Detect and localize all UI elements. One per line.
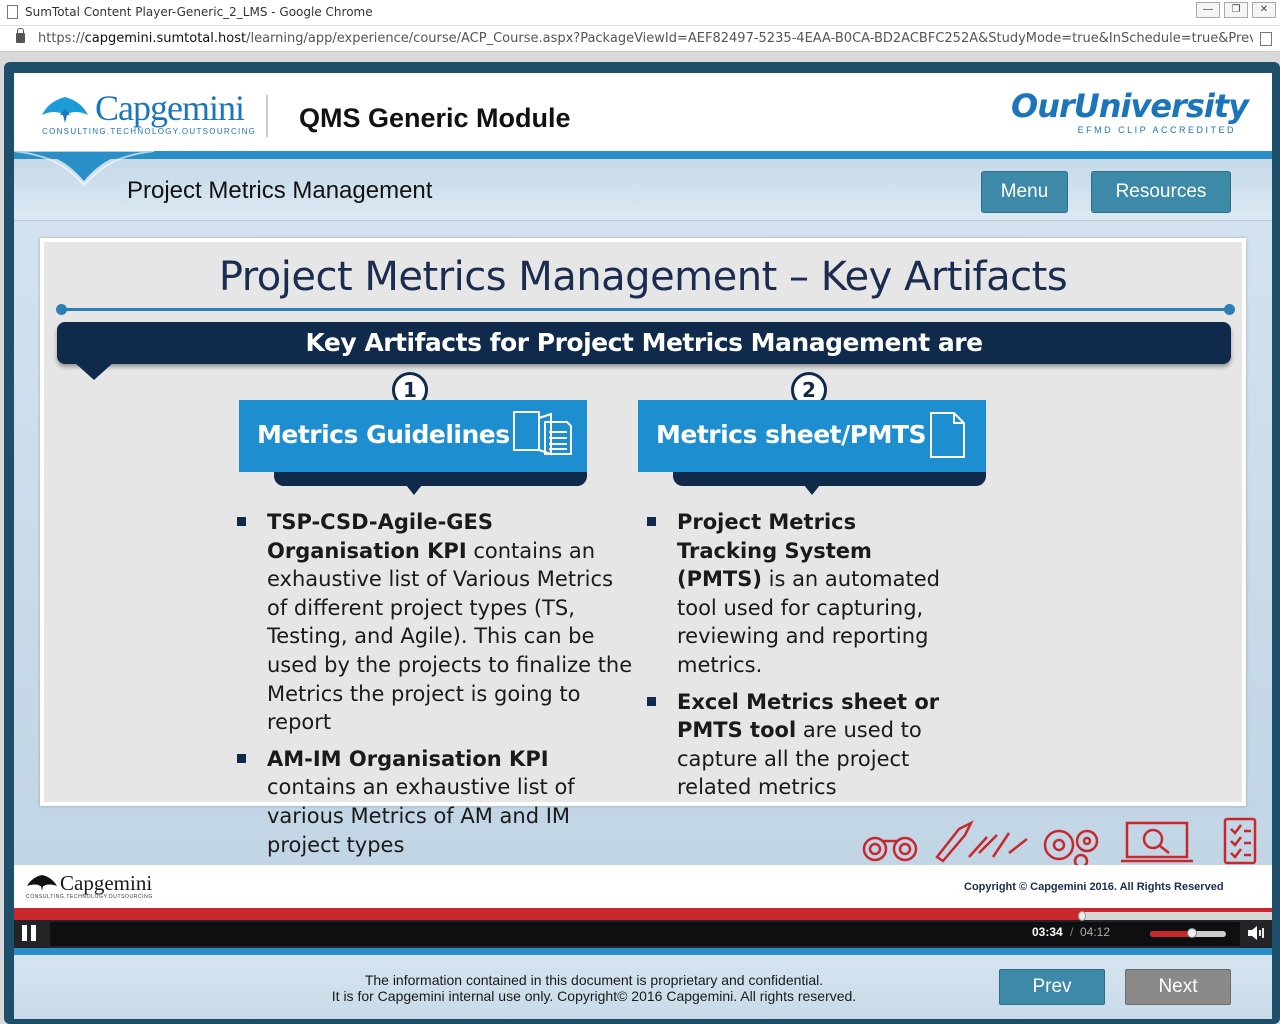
window-title: SumTotal Content Player-Generic_2_LMS - … [25,5,373,19]
decorative-icons-strip [862,817,1257,868]
partner-logo-word: OurUniversity [1010,87,1249,125]
total-time: 04:12 [1080,925,1111,939]
navigation-bar: The information contained in this docume… [14,955,1272,1019]
menu-button[interactable]: Menu [981,171,1068,213]
card-metrics-guidelines: Metrics Guidelines [239,400,587,472]
laptop-search-icon [1121,821,1193,863]
volume-handle[interactable] [1186,928,1197,938]
copyright-text: Copyright © Capgemini 2016. All Rights R… [964,881,1224,893]
course-header: Capgemini CONSULTING.TECHNOLOGY.OUTSOURC… [14,73,1272,153]
bullet-mark [647,696,656,706]
card-underbar-1 [274,472,587,486]
bottom-band [14,948,1272,955]
bullet-strong: AM-IM Organisation KPI [267,746,549,771]
binoculars-icon [862,836,918,862]
bullet-item: Excel Metrics sheet or PMTS tool are use… [647,688,947,802]
resources-button[interactable]: Resources [1091,171,1231,213]
checklist-icon [1223,817,1257,865]
logo-tagline: CONSULTING.TECHNOLOGY.OUTSOURCING [42,127,257,136]
bullet-strong: TSP-CSD-Agile-GES Organisation KPI [267,510,493,563]
gears-icon [1043,829,1099,868]
volume-slider[interactable] [1150,928,1226,938]
capgemini-logo: Capgemini CONSULTING.TECHNOLOGY.OUTSOURC… [40,88,255,139]
card-tail-2 [804,485,820,495]
time-separator: / [1070,925,1074,939]
key-artifacts-banner: Key Artifacts for Project Metrics Manage… [57,322,1231,364]
rule-dot-right [1224,304,1235,315]
bullet-item: Project Metrics Tracking System (PMTS) i… [647,508,947,680]
rule-dot-left [56,304,67,315]
slide-panel: Project Metrics Management – Key Artifac… [40,238,1246,857]
seek-handle[interactable] [1078,911,1087,921]
bullets-metrics-guidelines: TSP-CSD-Agile-GES Organisation KPI conta… [237,508,637,867]
lesson-title: Project Metrics Management [127,177,433,204]
card-metrics-sheet-pmts: Metrics sheet/PMTS [638,400,986,472]
url-scheme: https:// [38,31,85,46]
window-controls: — ❐ ✕ [1196,2,1276,18]
url-text[interactable]: https://capgemini.sumtotal.host/learning… [38,31,1253,46]
document-book-icon [513,411,572,456]
ouruniversity-logo: OurUniversity EFMD CLIP ACCREDITED [1011,87,1249,137]
course-stage: Capgemini CONSULTING.TECHNOLOGY.OUTSOURC… [14,73,1272,953]
volume-level [1150,931,1192,937]
card-label: Metrics sheet/PMTS [656,420,927,449]
seek-progress [14,912,1083,920]
browser-titlebar: SumTotal Content Player-Generic_2_LMS - … [0,0,1280,26]
footer-logo-word: Capgemini [60,871,153,895]
current-time: 03:34 [1032,925,1063,939]
blank-document-icon [930,412,965,458]
player-controls: 03:34 / 04:12 [14,911,1272,948]
title-rule [60,308,1230,311]
url-path: /learning/app/experience/course/ACP_Cour… [246,31,1253,46]
page-icon [7,5,18,19]
close-button[interactable]: ✕ [1252,2,1276,18]
bullet-text: contains an exhaustive list of Various M… [267,538,633,735]
minimize-button[interactable]: — [1196,2,1220,18]
partner-logo-sub: EFMD CLIP ACCREDITED [1077,125,1236,135]
bullet-item: TSP-CSD-Agile-GES Organisation KPI conta… [237,508,637,737]
spade-icon [27,875,57,891]
bullet-mark [647,517,656,526]
card-underbar-2 [673,472,986,486]
document-icon[interactable] [1260,32,1272,46]
lock-icon [16,28,25,43]
module-title: QMS Generic Module [299,103,571,133]
banner-tail [74,362,114,380]
address-bar[interactable]: https://capgemini.sumtotal.host/learning… [0,26,1280,52]
header-divider [266,95,268,137]
footer-logo-tagline: CONSULTING.TECHNOLOGY.OUTSOURCING [26,894,153,900]
banner-text: Key Artifacts for Project Metrics Manage… [305,328,983,357]
bullet-text: contains an exhaustive list of various M… [267,775,575,857]
tools-icon [935,820,1028,863]
next-button[interactable]: Next [1125,969,1231,1005]
spade-icon [42,97,88,123]
bullet-mark [237,753,246,763]
restore-button[interactable]: ❐ [1224,2,1248,18]
url-host: capgemini.sumtotal.host [84,31,247,46]
card-tail-1 [406,485,422,495]
swoosh-decoration [14,151,154,187]
speaker-icon[interactable] [1246,924,1266,942]
bullet-item: AM-IM Organisation KPI contains an exhau… [237,745,637,859]
prev-button[interactable]: Prev [999,969,1105,1005]
card-label: Metrics Guidelines [257,420,510,449]
bullet-mark [237,517,246,526]
logo-word: Capgemini [95,88,245,128]
slide-title: Project Metrics Management – Key Artifac… [218,254,1068,300]
slide-footer: Capgemini CONSULTING.TECHNOLOGY.OUTSOURC… [14,865,1272,909]
lesson-bar: Project Metrics Management Menu Resource… [14,159,1272,221]
pause-button[interactable] [20,924,38,942]
seek-bar[interactable] [14,911,1272,921]
bullets-metrics-sheet: Project Metrics Tracking System (PMTS) i… [647,508,947,810]
